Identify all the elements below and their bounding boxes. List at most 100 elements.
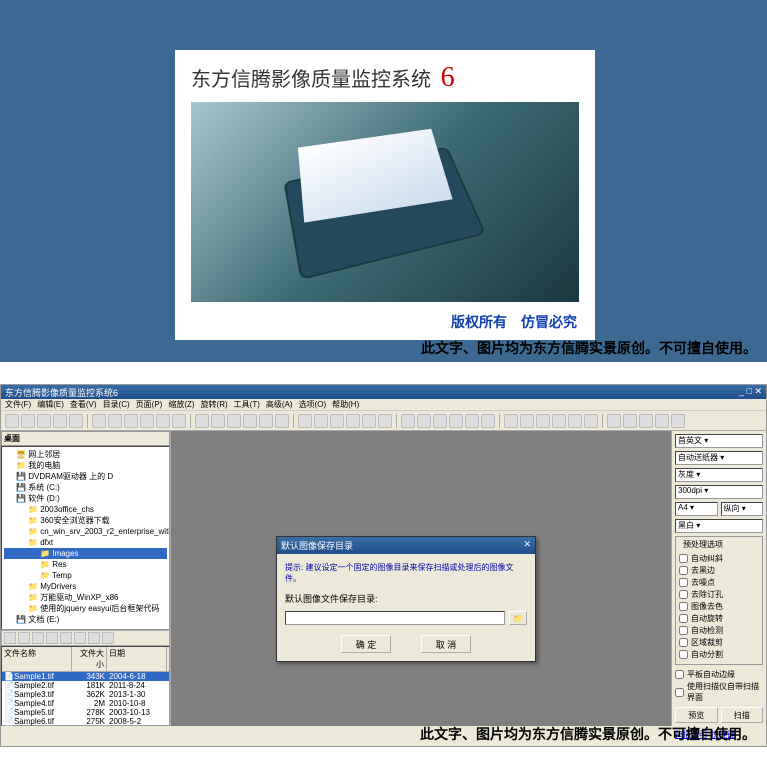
option-select[interactable]: 自动送纸器 ▾ [675, 451, 763, 465]
toolbar-button[interactable] [465, 414, 479, 428]
dialog-close-icon[interactable]: ✕ [523, 539, 531, 552]
file-toolbar-button[interactable] [60, 632, 72, 644]
tree-item[interactable]: 📁 使用的jquery easyui后台框架代码 [4, 603, 167, 614]
file-toolbar-button[interactable] [4, 632, 16, 644]
file-toolbar-button[interactable] [46, 632, 58, 644]
tree-item[interactable]: 📁 dfxt [4, 537, 167, 548]
folder-tree[interactable]: 🖥 网上邻居📁 我的电脑💾 DVDRAM驱动器 上的 D💾 系统 (C:)💾 软… [1, 446, 170, 630]
toolbar-button[interactable] [69, 414, 83, 428]
toolbar-button[interactable] [655, 414, 669, 428]
toolbar-button[interactable] [108, 414, 122, 428]
toolbar-button[interactable] [362, 414, 376, 428]
toolbar-button[interactable] [195, 414, 209, 428]
toolbar-button[interactable] [417, 414, 431, 428]
toolbar-button[interactable] [5, 414, 19, 428]
paper-select[interactable]: A4 ▾ [675, 502, 718, 516]
toolbar-button[interactable] [568, 414, 582, 428]
file-list[interactable]: 文件名称文件大小日期 📄Sample1.tif343K2004-6-18📄Sam… [1, 646, 170, 726]
file-toolbar-button[interactable] [88, 632, 100, 644]
file-toolbar-button[interactable] [32, 632, 44, 644]
tree-item[interactable]: 📁 360安全浏览器下载 [4, 515, 167, 526]
file-toolbar-button[interactable] [102, 632, 114, 644]
tree-item[interactable]: 📁 Temp [4, 570, 167, 581]
menu-item[interactable]: 页面(P) [136, 399, 163, 410]
file-toolbar-button[interactable] [74, 632, 86, 644]
toolbar-button[interactable] [37, 414, 51, 428]
column-header[interactable]: 文件大小 [72, 647, 107, 671]
toolbar-button[interactable] [172, 414, 186, 428]
toolbar-button[interactable] [378, 414, 392, 428]
preprocess-option[interactable]: 去除订孔 [679, 589, 759, 600]
preprocess-option[interactable]: 去噪点 [679, 577, 759, 588]
cancel-button[interactable]: 取 消 [421, 635, 471, 653]
save-dir-input[interactable] [285, 611, 505, 625]
menu-item[interactable]: 高级(A) [266, 399, 293, 410]
preprocess-option[interactable]: 区域裁剪 [679, 637, 759, 648]
checkbox[interactable] [675, 670, 684, 679]
menu-item[interactable]: 编辑(E) [37, 399, 64, 410]
toolbar-button[interactable] [298, 414, 312, 428]
browse-button[interactable]: 📁 [509, 611, 527, 625]
toolbar-button[interactable] [330, 414, 344, 428]
toolbar-button[interactable] [639, 414, 653, 428]
tree-item[interactable]: 📁 Res [4, 559, 167, 570]
menu-item[interactable]: 选项(O) [299, 399, 327, 410]
file-row[interactable]: 📄Sample3.tif362K2013-1-30 [2, 690, 169, 699]
toolbar-button[interactable] [124, 414, 138, 428]
toolbar-button[interactable] [211, 414, 225, 428]
ok-button[interactable]: 确 定 [341, 635, 391, 653]
preprocess-option[interactable]: 去黑边 [679, 565, 759, 576]
extra-option[interactable]: 使用扫描仪自带扫描界面 [675, 681, 763, 703]
column-header[interactable]: 文件名称 [2, 647, 72, 671]
toolbar-button[interactable] [346, 414, 360, 428]
checkbox[interactable] [679, 626, 688, 635]
checkbox[interactable] [679, 578, 688, 587]
preprocess-option[interactable]: 自动纠斜 [679, 553, 759, 564]
window-controls[interactable]: _ □ ✕ [739, 386, 762, 398]
toolbar-button[interactable] [536, 414, 550, 428]
extra-option[interactable]: 平板自动边缘 [675, 669, 763, 680]
toolbar-button[interactable] [671, 414, 685, 428]
toolbar-button[interactable] [504, 414, 518, 428]
checkbox[interactable] [679, 614, 688, 623]
tree-item[interactable]: 📁 cn_win_srv_2003_r2_enterprise_with_sp2 [4, 526, 167, 537]
checkbox[interactable] [679, 590, 688, 599]
preprocess-option[interactable]: 自动检测 [679, 625, 759, 636]
menu-item[interactable]: 帮助(H) [332, 399, 359, 410]
toolbar-button[interactable] [584, 414, 598, 428]
toolbar-button[interactable] [53, 414, 67, 428]
toolbar-button[interactable] [401, 414, 415, 428]
toolbar-button[interactable] [140, 414, 154, 428]
checkbox[interactable] [679, 602, 688, 611]
toolbar-button[interactable] [607, 414, 621, 428]
tree-item[interactable]: 📁 Images [4, 548, 167, 559]
tree-item[interactable]: 📁 MyDrivers [4, 581, 167, 592]
toolbar-button[interactable] [21, 414, 35, 428]
tree-item[interactable]: 🖥 网上邻居 [4, 449, 167, 460]
checkbox[interactable] [679, 554, 688, 563]
toolbar-button[interactable] [156, 414, 170, 428]
tree-item[interactable]: 📁 2003office_chs [4, 504, 167, 515]
menu-item[interactable]: 旋转(R) [201, 399, 228, 410]
preview-button[interactable]: 预览 [675, 707, 718, 723]
menu-item[interactable]: 工具(T) [234, 399, 260, 410]
dpi-select[interactable]: 300dpi ▾ [675, 485, 763, 499]
tree-item[interactable]: 💾 DVDRAM驱动器 上的 D [4, 471, 167, 482]
file-row[interactable]: 📄Sample4.tif2M2010-10-8 [2, 699, 169, 708]
checkbox[interactable] [679, 566, 688, 575]
preprocess-option[interactable]: 自动旋转 [679, 613, 759, 624]
toolbar-button[interactable] [227, 414, 241, 428]
toolbar-button[interactable] [275, 414, 289, 428]
checkbox[interactable] [679, 650, 688, 659]
tree-item[interactable]: 💾 文档 (E:) [4, 614, 167, 625]
preprocess-option[interactable]: 图像去色 [679, 601, 759, 612]
toolbar-button[interactable] [433, 414, 447, 428]
file-toolbar-button[interactable] [18, 632, 30, 644]
option-select[interactable]: 灰度 ▾ [675, 468, 763, 482]
toolbar-button[interactable] [623, 414, 637, 428]
menu-item[interactable]: 查看(V) [70, 399, 97, 410]
toolbar-button[interactable] [520, 414, 534, 428]
tree-item[interactable]: 📁 我的电脑 [4, 460, 167, 471]
toolbar-button[interactable] [243, 414, 257, 428]
checkbox[interactable] [675, 688, 684, 697]
